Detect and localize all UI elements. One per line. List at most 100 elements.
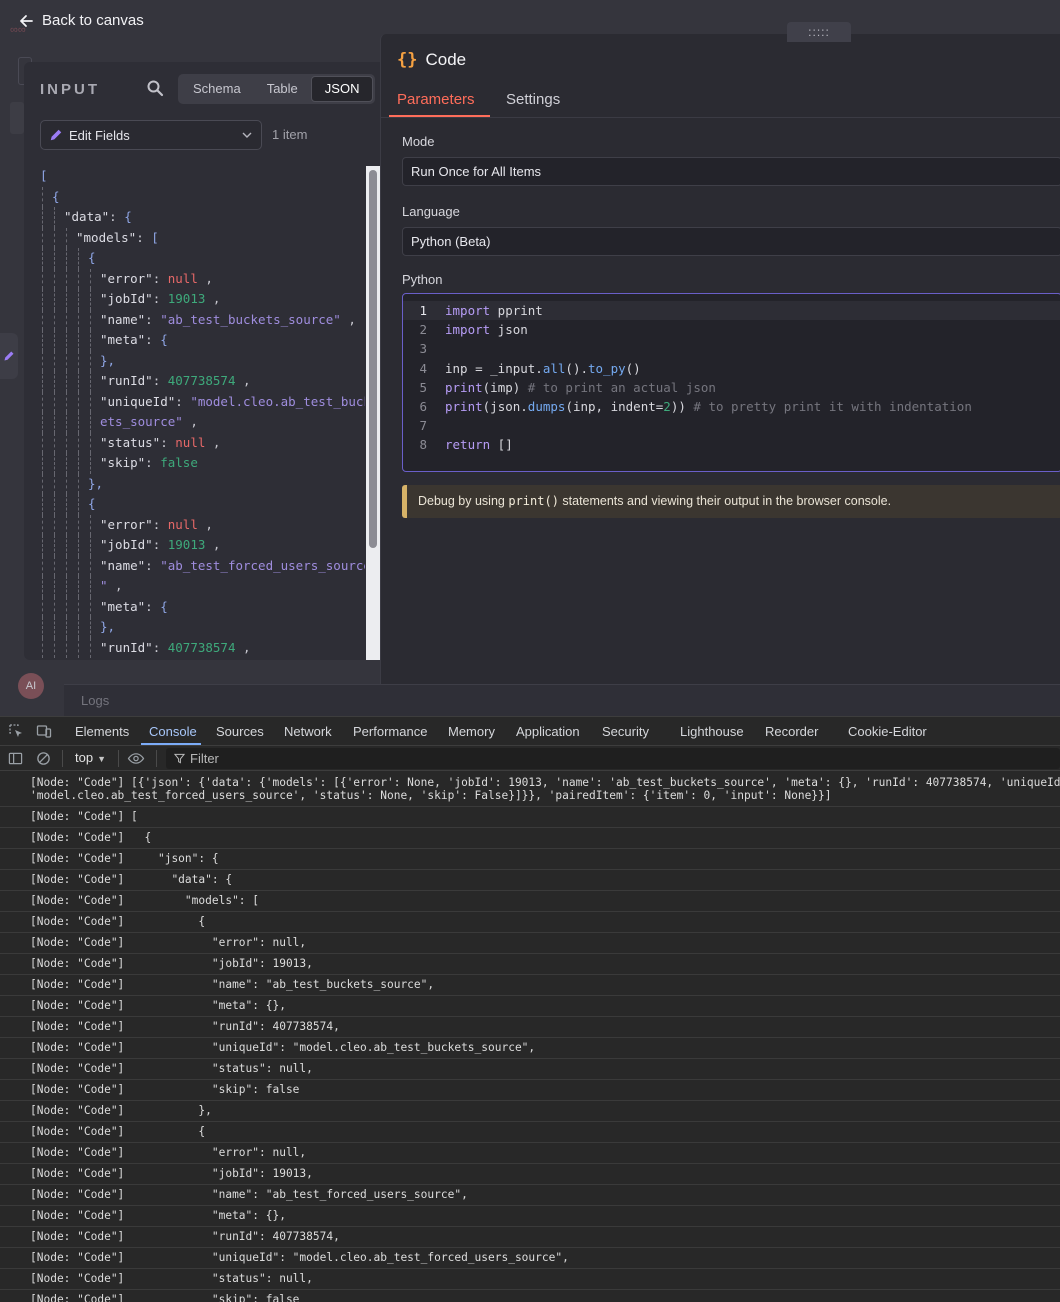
indent-guide: [66, 412, 67, 433]
console-message[interactable]: [Node: "Code"] [: [0, 807, 1060, 828]
console-message[interactable]: [Node: "Code"] "jobId": 19013,: [0, 954, 1060, 975]
json-scrollbar-thumb[interactable]: [369, 170, 377, 548]
console-message[interactable]: [Node: "Code"] {: [0, 1122, 1060, 1143]
devtools-tab-performance[interactable]: Performance: [353, 724, 427, 739]
python-code-editor[interactable]: 1 import pprint 2 import json 3 4 inp = _input…: [402, 293, 1060, 472]
console-message[interactable]: [Node: "Code"] "uniqueId": "model.cleo.a…: [0, 1038, 1060, 1059]
json-key: "meta": [100, 598, 146, 614]
json-value: },: [88, 475, 104, 491]
indent-guide: [54, 514, 55, 535]
back-to-canvas-link[interactable]: Back to canvas: [18, 12, 144, 29]
clear-console-icon[interactable]: [36, 751, 51, 766]
console-message[interactable]: [Node: "Code"] {: [0, 912, 1060, 933]
toolbar-divider: [156, 750, 157, 767]
console-message[interactable]: [Node: "Code"] "skip": false: [0, 1290, 1060, 1302]
indent-guide: [54, 412, 55, 433]
console-message[interactable]: [Node: "Code"] "meta": {},: [0, 1206, 1060, 1227]
back-to-canvas-label: Back to canvas: [42, 12, 144, 29]
console-message[interactable]: [Node: "Code"] [{'json': {'data': {'mode…: [0, 772, 1060, 807]
indent-guide: [54, 330, 55, 351]
console-filter-input[interactable]: Filter: [166, 748, 1060, 769]
json-viewer[interactable]: [{"data": {"models": [{"error": null , "j…: [40, 166, 365, 660]
console-message[interactable]: [Node: "Code"] {: [0, 828, 1060, 849]
caret-down-icon: ▼: [97, 754, 106, 764]
json-value: 19013: [167, 537, 206, 552]
devtools-tab-memory[interactable]: Memory: [448, 724, 495, 739]
code-text: inp = _input.all().to_py(): [445, 360, 641, 376]
js-context-select[interactable]: top ▼: [75, 750, 106, 765]
console-message[interactable]: [Node: "Code"] "name": "ab_test_forced_u…: [0, 1185, 1060, 1206]
inspect-element-icon[interactable]: [8, 723, 24, 739]
console-message[interactable]: [Node: "Code"] "status": null,: [0, 1269, 1060, 1290]
console-toolbar: top ▼ Filter: [0, 746, 1060, 771]
line-number: 5: [419, 379, 427, 395]
json-value: {: [124, 209, 132, 224]
console-message[interactable]: [Node: "Code"] "data": {: [0, 870, 1060, 891]
console-message[interactable]: [Node: "Code"] "skip": false: [0, 1080, 1060, 1101]
indent-guide: [90, 576, 91, 597]
console-message[interactable]: [Node: "Code"] "runId": 407738574,: [0, 1017, 1060, 1038]
logs-bar[interactable]: Logs: [64, 684, 1060, 716]
devtools-tab-sources[interactable]: Sources: [216, 724, 264, 739]
console-message[interactable]: [Node: "Code"] "meta": {},: [0, 996, 1060, 1017]
json-key: "name": [100, 311, 146, 327]
input-node-selector[interactable]: Edit Fields: [40, 120, 262, 150]
view-tab-table[interactable]: Table: [254, 76, 311, 102]
indent-guide: [54, 617, 55, 638]
console-message[interactable]: [Node: "Code"] "error": null,: [0, 1143, 1060, 1164]
json-line: "error": null ,: [40, 514, 365, 535]
console-message[interactable]: [Node: "Code"] "name": "ab_test_buckets_…: [0, 975, 1060, 996]
console-message[interactable]: [Node: "Code"] "uniqueId": "model.cleo.a…: [0, 1248, 1060, 1269]
view-tab-schema[interactable]: Schema: [180, 76, 254, 102]
code-line: 1 import pprint: [403, 301, 1060, 321]
devtools-tab-cookie-editor[interactable]: Cookie-Editor: [848, 724, 927, 739]
language-select[interactable]: Python (Beta): [402, 227, 1060, 256]
devtools-tab-recorder[interactable]: Recorder: [765, 724, 818, 739]
console-message[interactable]: [Node: "Code"] "json": {: [0, 849, 1060, 870]
tab-parameters[interactable]: Parameters: [397, 91, 475, 108]
search-icon[interactable]: [146, 79, 164, 97]
devtools-tab-lighthouse[interactable]: Lighthouse: [680, 724, 744, 739]
code-line: 2 import json: [403, 320, 1060, 339]
sidebar-toggle-icon[interactable]: [8, 751, 23, 766]
console-output[interactable]: [Node: "Code"] [{'json': {'data': {'mode…: [0, 772, 1060, 1302]
console-message[interactable]: [Node: "Code"] "runId": 407738574,: [0, 1227, 1060, 1248]
console-message[interactable]: [Node: "Code"] "error": null,: [0, 933, 1060, 954]
json-value: ets_source": [100, 414, 183, 429]
json-key: "uniqueId": [100, 393, 176, 409]
indent-guide: [66, 596, 67, 617]
json-key: "error": [100, 516, 153, 532]
indent-guide: [54, 494, 55, 515]
view-tab-json[interactable]: JSON: [310, 76, 374, 102]
device-toolbar-icon[interactable]: [36, 723, 52, 739]
devtools-tab-elements[interactable]: Elements: [75, 724, 129, 739]
indent-guide: [66, 432, 67, 453]
live-expression-eye-icon[interactable]: [127, 751, 145, 766]
indent-guide: [66, 535, 67, 556]
view-mode-tabs: Schema Table JSON: [178, 74, 376, 104]
item-count: 1 item: [272, 127, 308, 142]
console-message[interactable]: [Node: "Code"] "status": null,: [0, 1059, 1060, 1080]
console-message[interactable]: [Node: "Code"] },: [0, 1101, 1060, 1122]
json-key: "jobId": [100, 291, 153, 306]
node-title[interactable]: Code: [425, 50, 466, 70]
json-key: "models": [76, 229, 137, 245]
devtools-tab-network[interactable]: Network: [284, 724, 332, 739]
devtools-tab-security[interactable]: Security: [602, 724, 649, 739]
json-key: "meta": [100, 332, 146, 347]
indent-guide: [66, 637, 67, 658]
console-message[interactable]: [Node: "Code"] "jobId": 19013,: [0, 1164, 1060, 1185]
mode-select[interactable]: Run Once for All Items: [402, 157, 1060, 186]
ai-assistant-button[interactable]: AI: [18, 673, 44, 699]
json-value: {: [160, 598, 168, 614]
devtools-tab-application[interactable]: Application: [516, 724, 580, 739]
console-message[interactable]: [Node: "Code"] "models": [: [0, 891, 1060, 912]
json-line: "name": "ab_test_forced_users_source: [40, 555, 365, 576]
panel-drag-handle[interactable]: :::::: [787, 22, 851, 42]
devtools-tab-console[interactable]: Console: [149, 724, 197, 739]
tab-settings[interactable]: Settings: [506, 91, 560, 108]
indent-guide: [78, 289, 79, 310]
json-line: },: [40, 350, 365, 371]
edit-node-tab[interactable]: [0, 333, 18, 379]
indent-guide: [42, 596, 43, 617]
